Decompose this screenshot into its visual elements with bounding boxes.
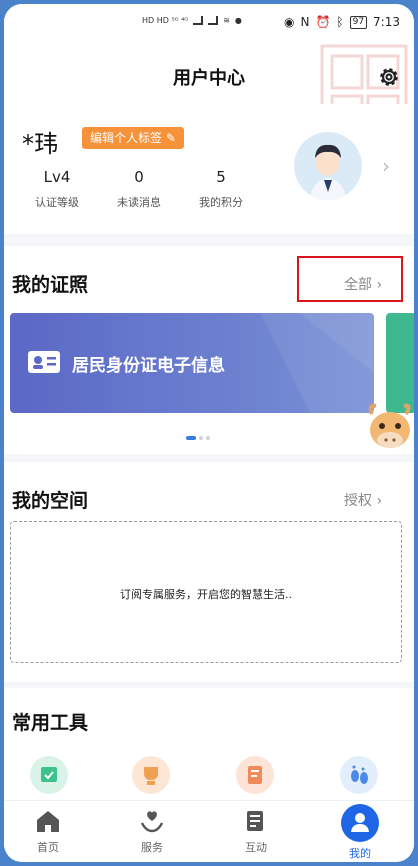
tab-services[interactable]: 服务: [122, 809, 182, 855]
alarm-icon: ⏰: [315, 15, 331, 29]
stat-value: 5: [216, 168, 226, 186]
tab-mine[interactable]: 我的: [330, 803, 390, 861]
chevron-right-icon: ›: [376, 493, 383, 509]
next-card-peek[interactable]: [386, 313, 414, 413]
signal-2-icon: [208, 16, 219, 25]
stat-label: 认证等级: [35, 196, 79, 209]
authorize-link[interactable]: 授权 ›: [344, 490, 382, 510]
stat-level[interactable]: Lv4 认证等级: [16, 168, 98, 210]
battery-icon: 97: [349, 15, 368, 29]
footprint-tool-icon[interactable]: [340, 756, 378, 794]
bottom-tab-bar: 首页 服务 互动 我的: [4, 800, 414, 862]
tab-home[interactable]: 首页: [18, 809, 78, 855]
carousel-dot[interactable]: [199, 436, 203, 440]
stat-messages[interactable]: 0 未读消息: [98, 168, 180, 210]
clock: 7:13: [373, 15, 400, 29]
highlight-box: [297, 256, 403, 302]
phone-screen: HD HD ⁵ᴳ ⁴ᴳ ≋ ● ◉ N ⏰ ᛒ 97 7:13 用户中心 *玮 …: [4, 4, 414, 862]
home-icon: [37, 811, 59, 832]
calendar-tool-icon[interactable]: [30, 756, 68, 794]
carousel-dots: [186, 436, 210, 440]
document-icon: [247, 811, 263, 831]
header: 用户中心: [4, 44, 414, 140]
space-empty-text: 订阅专属服务，开启您的智慧生活..: [120, 588, 292, 601]
signal-icon: [193, 16, 204, 25]
stat-label: 未读消息: [117, 196, 161, 209]
stat-value: Lv4: [43, 168, 71, 186]
bluetooth-icon: ᛒ: [336, 15, 344, 29]
nfc-icon: N: [300, 15, 310, 29]
edit-tag-label: 编辑个人标签: [90, 131, 163, 145]
user-avatar-icon: [310, 144, 346, 200]
status-right-icons: ◉ N ⏰ ᛒ 97 7:13: [284, 15, 400, 29]
tab-label: 服务: [141, 841, 163, 854]
user-name: *玮: [22, 130, 58, 158]
chevron-right-icon[interactable]: ›: [382, 154, 390, 178]
tab-interaction[interactable]: 互动: [226, 809, 286, 855]
id-card-label: 居民身份证电子信息: [72, 356, 225, 376]
eye-icon: ◉: [283, 15, 295, 29]
authorize-label: 授权: [344, 493, 372, 509]
space-title: 我的空间: [12, 490, 89, 512]
network-icons: HD HD ⁵ᴳ ⁴ᴳ: [142, 16, 189, 25]
carousel-dot-active[interactable]: [186, 436, 196, 440]
licenses-title: 我的证照: [12, 274, 89, 296]
tab-label: 互动: [245, 841, 267, 854]
tools-title: 常用工具: [12, 712, 89, 734]
stat-value: 0: [134, 168, 144, 186]
settings-gear-icon[interactable]: [376, 64, 402, 90]
wifi-icon: ≋: [223, 16, 230, 25]
tab-label: 首页: [37, 841, 59, 854]
tab-label: 我的: [349, 847, 371, 860]
trophy-tool-icon[interactable]: [132, 756, 170, 794]
message-icon: ●: [234, 16, 242, 25]
profile-stats: Lv4 认证等级 0 未读消息 5 我的积分: [16, 168, 262, 210]
hand-heart-icon: [140, 811, 164, 833]
user-icon: [341, 804, 379, 842]
edit-tag-button[interactable]: 编辑个人标签 ✎: [82, 127, 184, 149]
carousel-dot[interactable]: [206, 436, 210, 440]
avatar[interactable]: [294, 132, 362, 200]
profile-card[interactable]: *玮 编辑个人标签 ✎ Lv4 认证等级 0 未读消息 5 我的积分 ›: [4, 104, 414, 234]
certificate-tool-icon[interactable]: [236, 756, 274, 794]
id-card-icon: [28, 351, 60, 373]
stat-points[interactable]: 5 我的积分: [180, 168, 262, 210]
pencil-icon: ✎: [165, 131, 176, 145]
status-left-icons: HD HD ⁵ᴳ ⁴ᴳ ≋ ●: [142, 16, 242, 25]
ox-mascot-icon[interactable]: [366, 400, 414, 460]
space-empty-box[interactable]: 订阅专属服务，开启您的智慧生活..: [10, 521, 402, 663]
id-card-banner[interactable]: 居民身份证电子信息: [10, 313, 374, 413]
page-title: 用户中心: [173, 68, 245, 89]
stat-label: 我的积分: [199, 196, 243, 209]
status-bar: HD HD ⁵ᴳ ⁴ᴳ ≋ ● ◉ N ⏰ ᛒ 97 7:13: [4, 4, 414, 44]
